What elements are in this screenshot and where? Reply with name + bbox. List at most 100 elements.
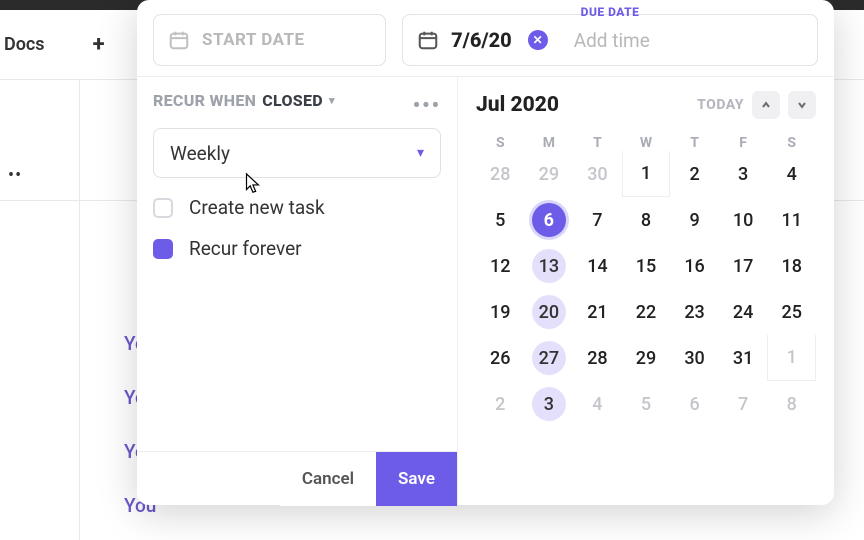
calendar-day[interactable]: 17 (719, 243, 768, 289)
calendar-dow-row: SMTWTFS (476, 135, 816, 151)
day-number: 18 (775, 249, 809, 283)
popover-body: RECUR WHEN CLOSED ▾ ••• Weekly ▾ Create … (137, 76, 834, 505)
calendar-month-title: Jul 2020 (476, 93, 559, 117)
calendar-day[interactable]: 31 (719, 335, 768, 381)
day-number: 26 (483, 341, 517, 375)
calendar-day[interactable]: 24 (719, 289, 768, 335)
day-number: 5 (629, 387, 663, 421)
day-number: 1 (775, 341, 809, 375)
next-month-button[interactable] (788, 91, 816, 119)
recurrence-pane: RECUR WHEN CLOSED ▾ ••• Weekly ▾ Create … (137, 77, 457, 505)
day-number: 12 (483, 249, 517, 283)
calendar-day[interactable]: 14 (573, 243, 622, 289)
day-number: 16 (678, 249, 712, 283)
calendar-day[interactable]: 6 (670, 381, 719, 427)
due-date-field[interactable]: DUE DATE 7/6/20 ✕ Add time (402, 14, 818, 66)
calendar-day[interactable]: 5 (622, 381, 671, 427)
calendar-day[interactable]: 6 (525, 197, 574, 243)
start-date-field[interactable]: START DATE (153, 14, 386, 66)
calendar-day[interactable]: 20 (525, 289, 574, 335)
date-picker-popover: START DATE DUE DATE 7/6/20 ✕ Add time RE… (137, 0, 834, 505)
calendar-day[interactable]: 28 (573, 335, 622, 381)
day-number: 8 (775, 387, 809, 421)
day-number: 15 (629, 249, 663, 283)
cancel-button[interactable]: Cancel (280, 452, 376, 506)
calendar-day[interactable]: 3 (719, 151, 768, 197)
cursor-icon (241, 171, 263, 197)
calendar-day[interactable]: 10 (719, 197, 768, 243)
calendar-day[interactable]: 22 (622, 289, 671, 335)
day-number: 1 (629, 157, 663, 191)
checkbox-checked-icon[interactable] (153, 239, 173, 259)
recur-when-label[interactable]: RECUR WHEN CLOSED ▾ (153, 91, 441, 110)
add-time-button[interactable]: Add time (574, 29, 650, 52)
more-icon[interactable]: •• (8, 165, 22, 186)
calendar-day[interactable]: 19 (476, 289, 525, 335)
calendar-day[interactable]: 9 (670, 197, 719, 243)
add-icon[interactable]: + (93, 32, 105, 57)
calendar-day[interactable]: 16 (670, 243, 719, 289)
day-number: 7 (726, 387, 760, 421)
day-number: 27 (532, 341, 566, 375)
day-number: 6 (678, 387, 712, 421)
popover-footer: Cancel Save (137, 451, 457, 505)
day-number: 20 (532, 295, 566, 329)
calendar-day[interactable]: 28 (476, 151, 525, 197)
calendar-day[interactable]: 7 (719, 381, 768, 427)
calendar-day[interactable]: 27 (525, 335, 574, 381)
calendar-day[interactable]: 25 (767, 289, 816, 335)
calendar-day[interactable]: 2 (476, 381, 525, 427)
day-number: 2 (678, 157, 712, 191)
recur-forever-option[interactable]: Recur forever (153, 237, 441, 260)
calendar-day[interactable]: 1 (622, 151, 671, 197)
calendar-day[interactable]: 4 (573, 381, 622, 427)
chevron-down-icon: ▾ (329, 94, 335, 107)
day-number: 8 (629, 203, 663, 237)
calendar-icon (417, 29, 439, 51)
calendar-day[interactable]: 26 (476, 335, 525, 381)
day-number: 30 (580, 157, 614, 191)
calendar-day[interactable]: 1 (767, 335, 816, 381)
calendar-day[interactable]: 29 (622, 335, 671, 381)
day-number: 9 (678, 203, 712, 237)
day-number: 3 (726, 157, 760, 191)
calendar-day[interactable]: 4 (767, 151, 816, 197)
calendar-day[interactable]: 30 (670, 335, 719, 381)
calendar-day[interactable]: 3 (525, 381, 574, 427)
checkbox-unchecked-icon[interactable] (153, 198, 173, 218)
day-number: 21 (580, 295, 614, 329)
calendar-day[interactable]: 11 (767, 197, 816, 243)
calendar-day[interactable]: 5 (476, 197, 525, 243)
calendar-day[interactable]: 2 (670, 151, 719, 197)
calendar-day[interactable]: 12 (476, 243, 525, 289)
dow-label: T (573, 135, 622, 151)
day-number: 3 (532, 387, 566, 421)
today-button[interactable]: TODAY (697, 97, 744, 113)
day-number: 6 (532, 203, 566, 237)
calendar-day[interactable]: 29 (525, 151, 574, 197)
day-number: 19 (483, 295, 517, 329)
calendar-day[interactable]: 15 (622, 243, 671, 289)
calendar-day[interactable]: 13 (525, 243, 574, 289)
calendar-day[interactable]: 21 (573, 289, 622, 335)
calendar-icon (168, 29, 190, 51)
calendar-day[interactable]: 30 (573, 151, 622, 197)
prev-month-button[interactable] (752, 91, 780, 119)
day-number: 31 (726, 341, 760, 375)
save-button[interactable]: Save (376, 452, 457, 506)
dow-label: M (525, 135, 574, 151)
day-number: 25 (775, 295, 809, 329)
calendar-day[interactable]: 8 (767, 381, 816, 427)
frequency-select[interactable]: Weekly ▾ (153, 128, 441, 178)
more-options-icon[interactable]: ••• (413, 93, 441, 117)
create-new-task-option[interactable]: Create new task (153, 196, 441, 219)
calendar-day[interactable]: 7 (573, 197, 622, 243)
calendar-day[interactable]: 18 (767, 243, 816, 289)
calendar-day[interactable]: 8 (622, 197, 671, 243)
due-date-value: 7/6/20 (451, 28, 512, 52)
day-number: 10 (726, 203, 760, 237)
day-number: 13 (532, 249, 566, 283)
clear-due-date-icon[interactable]: ✕ (528, 30, 548, 50)
calendar-day[interactable]: 23 (670, 289, 719, 335)
docs-label[interactable]: Docs (0, 34, 45, 55)
